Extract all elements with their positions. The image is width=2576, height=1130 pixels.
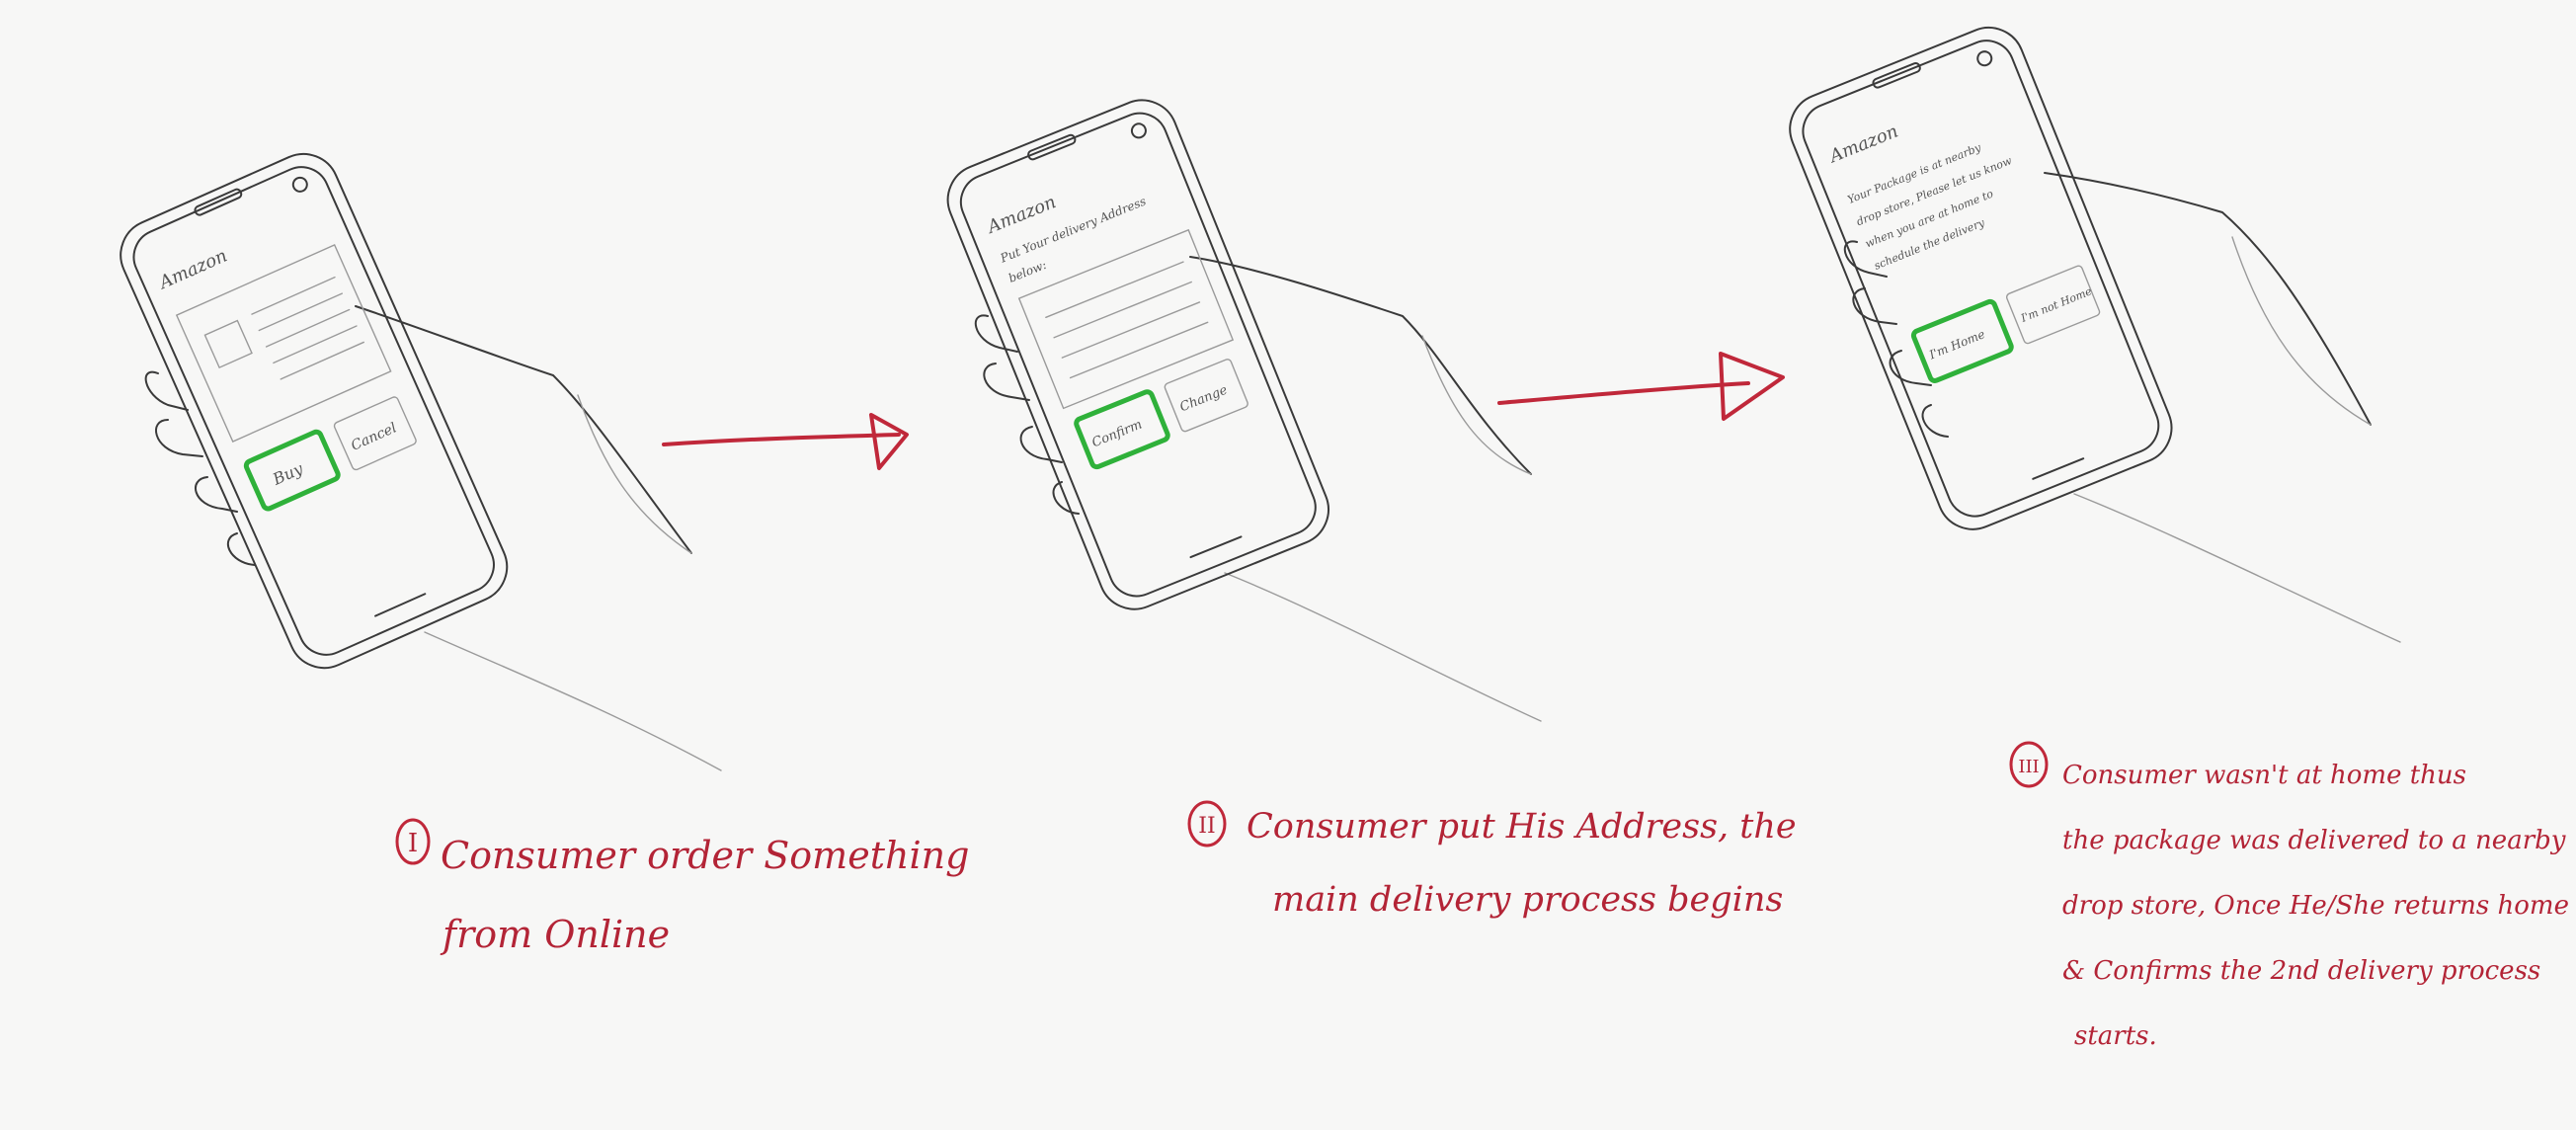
step-numeral-2-text: II bbox=[1198, 814, 1215, 839]
hand-1 bbox=[144, 305, 722, 771]
phone-2-change-button: Change bbox=[1177, 382, 1230, 415]
arrow-1 bbox=[662, 413, 909, 470]
step-3-caption-line-2: the package was delivered to a nearby bbox=[2062, 826, 2566, 855]
step-2-caption-line-1: Consumer put His Address, the bbox=[1247, 807, 1797, 847]
step-numeral-3: III bbox=[2009, 741, 2049, 788]
phone-3-home-button: I'm Home bbox=[1926, 327, 1986, 363]
phone-3: Amazon Your Package is at nearby drop st… bbox=[1789, 27, 2173, 530]
step-1-caption-line-1: Consumer order Something bbox=[441, 834, 970, 877]
phone-2-message-line-2: below: bbox=[1006, 258, 1048, 285]
phone-3-not-home-button: I'm not Home bbox=[2018, 284, 2094, 325]
step-numeral-3-text: III bbox=[2018, 757, 2039, 777]
step-numeral-2: II bbox=[1187, 800, 1227, 848]
step-1-caption: Consumer order Something from Online bbox=[441, 816, 969, 974]
step-1-sketch: Amazon Buy Cancel bbox=[120, 152, 722, 771]
step-numeral-1: I bbox=[395, 818, 431, 865]
phone-2-confirm-button: Confirm bbox=[1089, 417, 1144, 450]
step-3-caption-line-3: drop store, Once He/She returns home bbox=[2062, 891, 2569, 921]
step-3-caption-line-4: & Confirms the 2nd delivery process bbox=[2062, 956, 2541, 986]
phone-1: Amazon Buy Cancel bbox=[120, 152, 509, 670]
step-3-sketch: Amazon Your Package is at nearby drop st… bbox=[1789, 27, 2401, 643]
step-3-caption-line-5: starts. bbox=[2074, 1021, 2157, 1051]
phone-2: Amazon Put Your delivery Address below: … bbox=[946, 99, 1329, 610]
step-3-caption: Consumer wasn't at home thus the package… bbox=[2062, 743, 2569, 1069]
arrow-2 bbox=[1497, 352, 1785, 421]
step-1-caption-line-2: from Online bbox=[443, 913, 671, 956]
step-2-caption-line-2: main delivery process begins bbox=[1272, 880, 1784, 920]
step-3-caption-line-1: Consumer wasn't at home thus bbox=[2062, 761, 2467, 790]
storyboard-canvas: Amazon Buy Cancel Amazon Put Your delive… bbox=[0, 0, 2576, 1130]
phone-3-brand: Amazon bbox=[1825, 121, 1901, 167]
phone-1-buy-button: Buy bbox=[269, 458, 306, 489]
step-2-caption: Consumer put His Address, the main deliv… bbox=[1247, 790, 1797, 936]
phone-1-brand: Amazon bbox=[154, 245, 230, 294]
step-2-sketch: Amazon Put Your delivery Address below: … bbox=[946, 99, 1542, 722]
step-numeral-1-text: I bbox=[408, 829, 418, 858]
phone-1-cancel-button: Cancel bbox=[349, 420, 399, 453]
